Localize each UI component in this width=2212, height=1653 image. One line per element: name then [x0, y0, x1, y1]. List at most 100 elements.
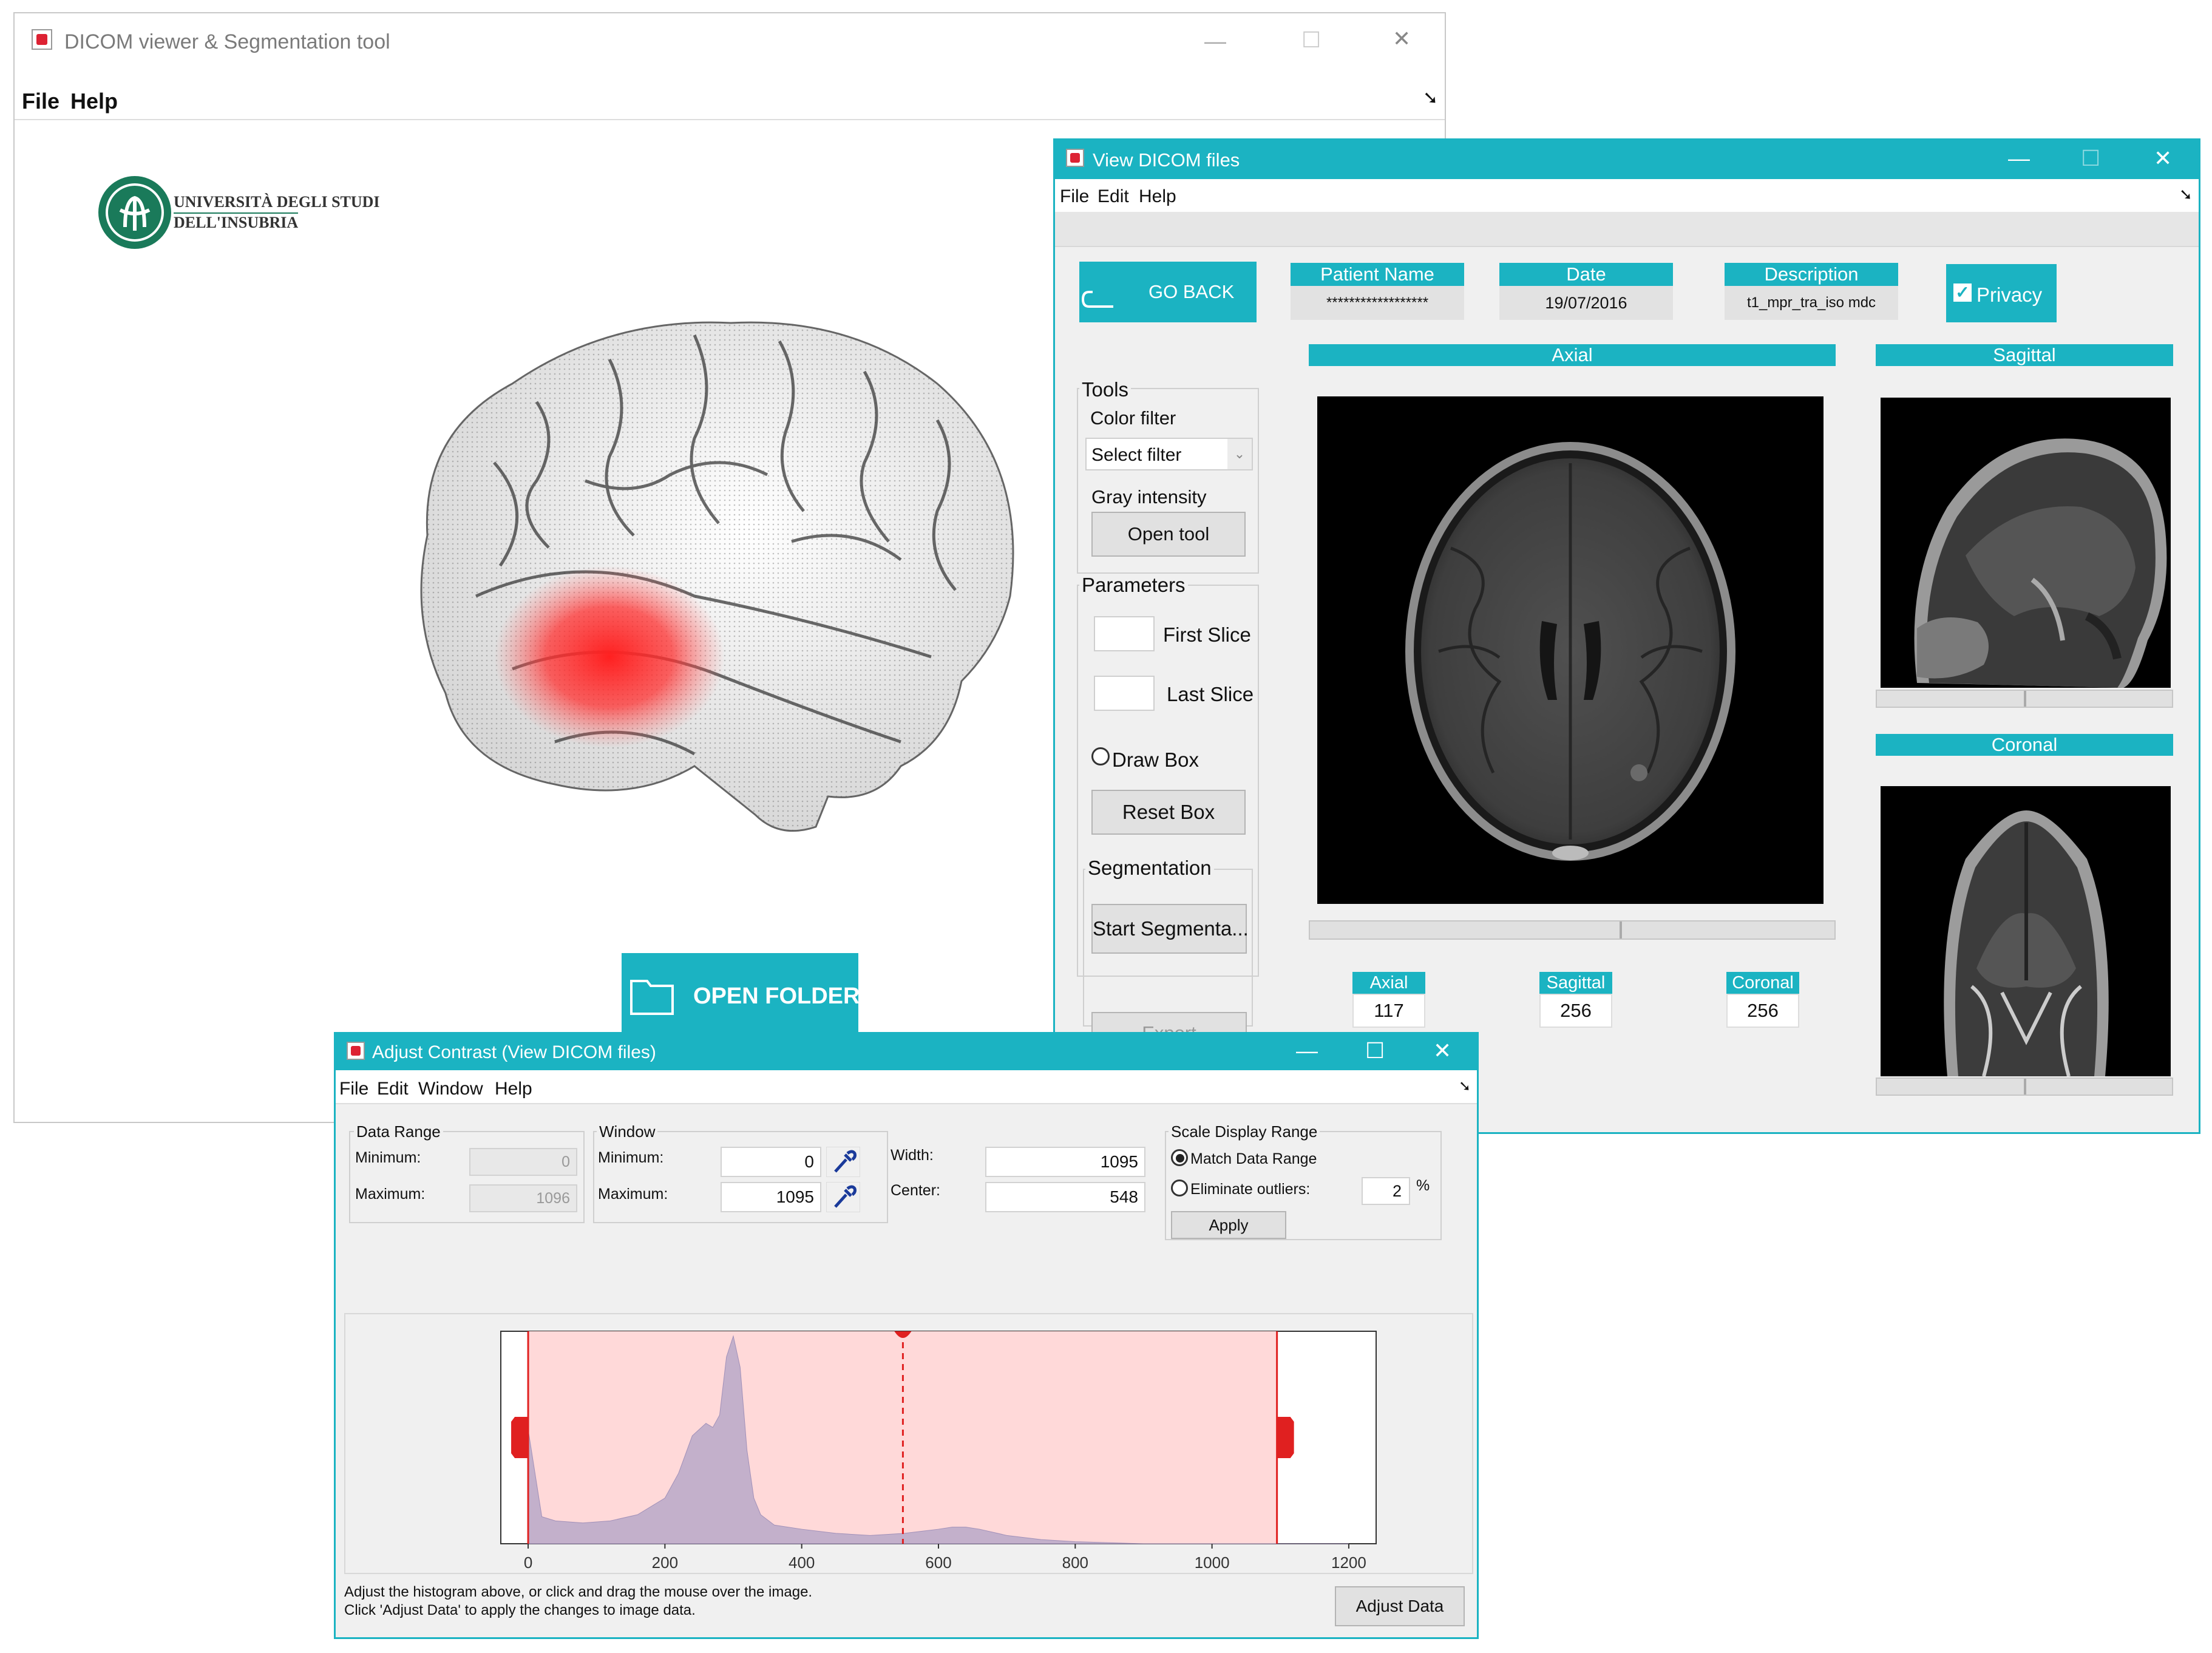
minimize-button[interactable]: —: [1296, 1040, 1318, 1062]
color-filter-select[interactable]: Select filter ⌄: [1085, 438, 1253, 470]
main-title-bar: DICOM viewer & Segmentation tool — ☐ ✕: [15, 13, 1445, 74]
instructions-line-2: Click 'Adjust Data' to apply the changes…: [344, 1602, 696, 1618]
back-arrow-icon: [1081, 291, 1113, 308]
menu-file[interactable]: File: [1060, 186, 1089, 207]
open-folder-button[interactable]: OPEN FOLDER: [622, 953, 860, 1038]
data-minimum-label: Minimum:: [355, 1149, 421, 1166]
axial-slice-slider[interactable]: [1309, 920, 1836, 940]
sagittal-slice-slider[interactable]: [1876, 690, 2173, 708]
maximize-button[interactable]: ☐: [1365, 1040, 1385, 1062]
coronal-slice-slider[interactable]: [1876, 1078, 2173, 1096]
window-max-handle: [1277, 1417, 1294, 1458]
center-input[interactable]: 548: [985, 1182, 1145, 1212]
draw-box-label: Draw Box: [1112, 748, 1199, 771]
dock-icon[interactable]: ➘: [2179, 185, 2193, 204]
slice-sagittal-value: 256: [1539, 994, 1612, 1028]
last-slice-input[interactable]: [1094, 676, 1155, 711]
gray-intensity-label: Gray intensity: [1091, 486, 1207, 507]
eyedropper-min-button[interactable]: [826, 1147, 860, 1177]
coronal-view-header: Coronal: [1876, 734, 2173, 756]
first-slice-input[interactable]: [1094, 616, 1155, 651]
close-button[interactable]: ✕: [1393, 28, 1411, 50]
privacy-label: Privacy: [1976, 283, 2043, 306]
open-folder-label: OPEN FOLDER: [693, 983, 860, 1009]
university-name-line2: DELL'INSUBRIA: [174, 212, 299, 231]
menu-file[interactable]: File: [22, 89, 59, 114]
percent-label: %: [1416, 1177, 1430, 1194]
contrast-menu-bar: File Edit Window Help ➘: [336, 1070, 1477, 1104]
close-button[interactable]: ✕: [2154, 148, 2172, 169]
patient-name-value: ******************: [1291, 286, 1464, 320]
reset-box-button[interactable]: Reset Box: [1091, 790, 1246, 835]
menu-window[interactable]: Window: [418, 1079, 483, 1099]
menu-file[interactable]: File: [339, 1079, 368, 1099]
apply-button[interactable]: Apply: [1171, 1211, 1286, 1239]
histogram-chart[interactable]: 0 200 400 600 800 1000 1200: [344, 1313, 1473, 1574]
open-tool-button[interactable]: Open tool: [1091, 512, 1246, 557]
dock-icon[interactable]: ➘: [1423, 87, 1438, 109]
viewer-title: View DICOM files: [1093, 149, 1240, 171]
eliminate-outliers-radio[interactable]: [1171, 1180, 1188, 1196]
viewer-menu-bar: File Edit Help ➘: [1055, 179, 2199, 212]
slider-thumb[interactable]: [2024, 1079, 2026, 1095]
data-maximum-label: Maximum:: [355, 1186, 426, 1203]
parameters-group-label: Parameters: [1079, 574, 1188, 597]
tools-group-label: Tools: [1079, 378, 1131, 401]
segmentation-group-label: Segmentation: [1085, 857, 1214, 880]
width-input[interactable]: 1095: [985, 1147, 1145, 1177]
match-data-range-radio[interactable]: [1171, 1149, 1188, 1166]
menu-edit[interactable]: Edit: [377, 1079, 409, 1099]
close-button[interactable]: ✕: [1433, 1040, 1451, 1062]
slice-coronal-label: Coronal: [1726, 972, 1799, 994]
eyedropper-max-button[interactable]: [826, 1182, 860, 1212]
matlab-app-icon: [1066, 149, 1084, 167]
privacy-checkbox[interactable]: ✓ Privacy: [1946, 264, 2057, 322]
window-max-input[interactable]: 1095: [721, 1182, 821, 1212]
eliminate-outliers-label: Eliminate outliers:: [1190, 1181, 1311, 1198]
match-data-range-label: Match Data Range: [1190, 1150, 1317, 1167]
brain-wireframe-image: [420, 321, 1014, 832]
toolbar: [1055, 212, 2199, 247]
go-back-label: GO BACK: [1148, 281, 1235, 302]
checkmark-icon: ✓: [1953, 283, 1972, 302]
menu-help[interactable]: Help: [495, 1079, 532, 1099]
adjust-data-button[interactable]: Adjust Data: [1335, 1586, 1465, 1626]
matlab-app-icon: [347, 1042, 365, 1060]
first-slice-label: First Slice: [1163, 623, 1251, 646]
maximize-button[interactable]: ☐: [2081, 148, 2100, 169]
menu-help[interactable]: Help: [1139, 186, 1176, 207]
draw-box-radio[interactable]: [1091, 747, 1110, 765]
window-minimum-label: Minimum:: [598, 1149, 664, 1166]
main-menu-bar: File Help ➘: [15, 74, 1445, 120]
slider-thumb[interactable]: [1620, 922, 1622, 939]
window-min-handle: [511, 1417, 529, 1458]
color-filter-label: Color filter: [1090, 407, 1176, 429]
window-min-input[interactable]: 0: [721, 1147, 821, 1177]
window-maximum-label: Maximum:: [598, 1186, 668, 1203]
x-tick-label: 1000: [1195, 1553, 1230, 1572]
menu-edit[interactable]: Edit: [1098, 186, 1129, 207]
axial-mri-image[interactable]: [1317, 396, 1824, 904]
coronal-mri-image[interactable]: [1881, 786, 2171, 1076]
go-back-button[interactable]: GO BACK: [1079, 262, 1257, 322]
dock-icon[interactable]: ➘: [1459, 1078, 1471, 1095]
minimize-button[interactable]: —: [2008, 148, 2030, 169]
x-tick-label: 600: [925, 1553, 951, 1572]
sagittal-mri-image[interactable]: [1881, 398, 2171, 688]
date-header: Date: [1499, 263, 1673, 286]
eyedropper-icon: [834, 1185, 857, 1208]
instructions-line-1: Adjust the histogram above, or click and…: [344, 1584, 813, 1600]
maximize-button[interactable]: ☐: [1301, 29, 1321, 51]
minimize-button[interactable]: —: [1204, 30, 1226, 52]
view-dicom-window: View DICOM files — ☐ ✕ File Edit Help ➘ …: [1053, 138, 2200, 1134]
scale-display-range-label: Scale Display Range: [1169, 1122, 1320, 1141]
slider-thumb[interactable]: [2024, 691, 2026, 707]
start-segmentation-button[interactable]: Start Segmenta...: [1091, 904, 1249, 954]
menu-help[interactable]: Help: [70, 89, 118, 114]
outliers-percent-input[interactable]: 2: [1362, 1177, 1410, 1205]
slice-coronal-value: 256: [1726, 994, 1799, 1028]
folder-icon: [630, 980, 674, 1015]
adjust-contrast-window: Adjust Contrast (View DICOM files) — ☐ ✕…: [334, 1032, 1479, 1639]
window-title: DICOM viewer & Segmentation tool: [64, 30, 390, 53]
eyedropper-icon: [834, 1150, 857, 1173]
